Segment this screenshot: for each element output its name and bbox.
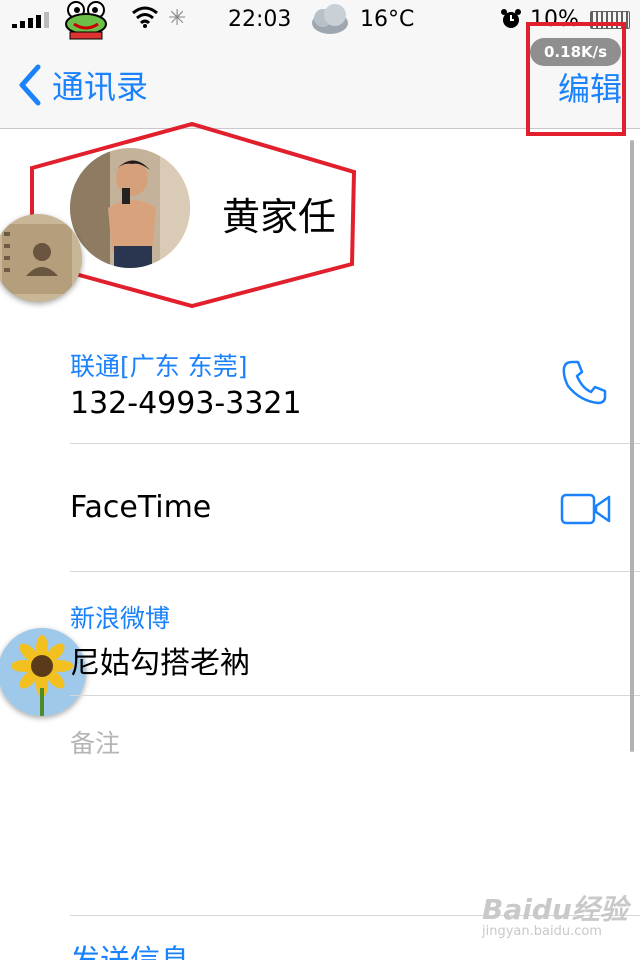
facetime-label[interactable]: FaceTime [70, 490, 211, 525]
watermark-url: jingyan.baidu.com [482, 924, 602, 939]
annotation-hexagon [30, 122, 357, 309]
video-call-icon[interactable] [560, 492, 612, 526]
phone-label: 联通[广东 东莞] [70, 352, 248, 381]
phone-number[interactable]: 132-4993-3321 [70, 386, 302, 421]
alarm-icon [501, 9, 521, 28]
notes-field[interactable]: 备注 [70, 724, 120, 760]
status-time: 22:03 [228, 7, 292, 32]
back-label: 通讯录 [52, 68, 149, 106]
contact-detail-screen: ✳ 22:03 16°C 10% 通讯录 编辑 0.18K/s 黄家任 联通[广… [0, 0, 640, 960]
weibo-account[interactable]: 尼姑勾搭老衲 [70, 638, 250, 682]
chevron-left-icon [19, 64, 41, 106]
signal-icon [12, 10, 49, 28]
send-message-button[interactable]: 发送信息 [70, 936, 190, 960]
phone-call-icon[interactable] [560, 358, 608, 406]
separator [70, 695, 640, 696]
watermark-brand: Baidu经验 [482, 893, 628, 926]
cloudy-weather-icon [312, 4, 348, 34]
status-temperature: 16°C [360, 7, 415, 32]
back-button[interactable]: 通讯录 [14, 62, 148, 108]
annotation-rectangle [526, 22, 626, 136]
weibo-label: 新浪微博 [70, 604, 171, 633]
activity-spinner-icon: ✳ [168, 6, 187, 31]
separator [70, 571, 640, 572]
separator [70, 443, 640, 444]
frog-mascot-icon [65, 1, 107, 40]
scrollbar[interactable] [630, 140, 634, 752]
wifi-icon [132, 6, 158, 28]
